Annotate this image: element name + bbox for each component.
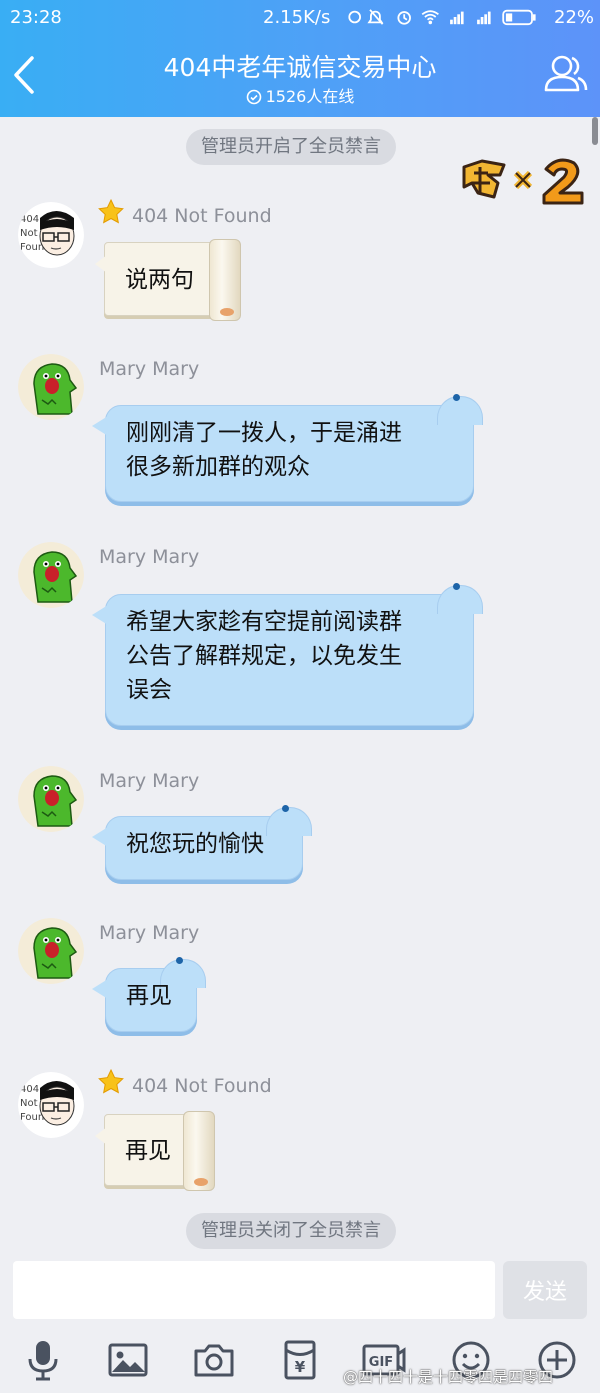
svg-text:Not: Not — [20, 228, 38, 239]
chat-header: 23:28 2.15K/s 22% 404中老年诚信交易中心 1526人在线 — [0, 0, 600, 117]
star-icon — [98, 198, 124, 224]
red-packet-icon[interactable]: ¥ — [278, 1338, 322, 1382]
wifi-icon — [421, 10, 439, 21]
system-message-mute-off: 管理员关闭了全员禁言 — [186, 1213, 396, 1249]
message-bubble[interactable]: 再见 — [95, 1111, 215, 1191]
scrollbar[interactable] — [592, 117, 598, 145]
signal-icon — [477, 11, 491, 25]
battery-percent: 22% — [554, 7, 595, 28]
svg-text:404: 404 — [20, 214, 39, 225]
alarm-icon — [397, 11, 411, 25]
message-bubble[interactable]: 再见 — [92, 957, 206, 1032]
mute-icon — [367, 9, 384, 25]
sender-name: 404 Not Found — [132, 205, 272, 227]
status-icons — [348, 9, 536, 26]
online-count-label: 1526人在线 — [265, 87, 355, 106]
message-text: 刚刚清了一拨人，于是涌进 很多新加群的观众 — [126, 420, 402, 480]
network-speed: 2.15K/s — [263, 7, 331, 28]
avatar[interactable] — [18, 766, 84, 832]
watermark: @四十四十是十四零四是四零四 — [343, 1368, 554, 1386]
bubble-tail — [92, 416, 108, 436]
status-bar: 23:28 2.15K/s 22% — [0, 0, 600, 34]
signal-icon — [450, 11, 464, 25]
online-count: 1526人在线 — [0, 83, 600, 107]
yen-label: ¥ — [295, 1358, 306, 1376]
message-bubble[interactable]: 希望大家趁有空提前阅读群 公告了解群规定，以免发生 误会 — [92, 583, 483, 726]
sender-name: 404 Not Found — [132, 1075, 272, 1097]
microphone-icon[interactable] — [21, 1338, 65, 1382]
status-time: 23:28 — [10, 7, 62, 28]
bubble-tail — [92, 827, 108, 847]
image-icon[interactable] — [106, 1338, 150, 1382]
sender-name: Mary Mary — [99, 770, 200, 792]
sender-name: Mary Mary — [99, 358, 200, 380]
star-icon — [98, 1068, 124, 1094]
bubble-tail — [92, 605, 108, 625]
avatar[interactable] — [18, 542, 84, 608]
bubble-tail — [95, 1127, 107, 1145]
members-icon — [544, 55, 588, 92]
message-text: 说两句 — [125, 267, 194, 293]
system-message-mute-on: 管理员开启了全员禁言 — [186, 129, 396, 165]
battery-icon — [502, 9, 536, 26]
send-button[interactable]: 发送 — [503, 1261, 587, 1319]
bubble-tail — [92, 979, 108, 999]
members-button[interactable] — [542, 52, 588, 96]
camera-icon[interactable] — [192, 1338, 236, 1382]
message-input[interactable] — [13, 1261, 495, 1319]
bubble-tail — [95, 255, 107, 273]
avatar[interactable]: 404 Not Found — [18, 202, 84, 268]
message-text: 祝您玩的愉快 — [126, 831, 264, 857]
message-bubble[interactable]: 说两句 — [95, 239, 241, 321]
message-text: 希望大家趁有空提前阅读群 公告了解群规定，以免发生 误会 — [126, 609, 402, 703]
avatar[interactable] — [18, 918, 84, 984]
message-bubble[interactable]: 刚刚清了一拨人，于是涌进 很多新加群的观众 — [92, 394, 483, 502]
message-bubble[interactable]: 祝您玩的愉快 — [92, 805, 312, 880]
message-text: 再见 — [126, 983, 172, 1009]
avatar[interactable] — [18, 354, 84, 420]
online-check-icon — [246, 89, 261, 105]
avatar[interactable]: 404 Not Found — [18, 1072, 84, 1138]
sender-name: Mary Mary — [99, 546, 200, 568]
svg-text:Not: Not — [20, 1098, 38, 1109]
combo-sticker — [462, 158, 584, 205]
sync-icon — [348, 10, 362, 24]
sender-name: Mary Mary — [99, 922, 200, 944]
message-text: 再见 — [125, 1138, 171, 1164]
group-title[interactable]: 404中老年诚信交易中心 — [0, 48, 600, 84]
svg-text:404: 404 — [20, 1084, 39, 1095]
